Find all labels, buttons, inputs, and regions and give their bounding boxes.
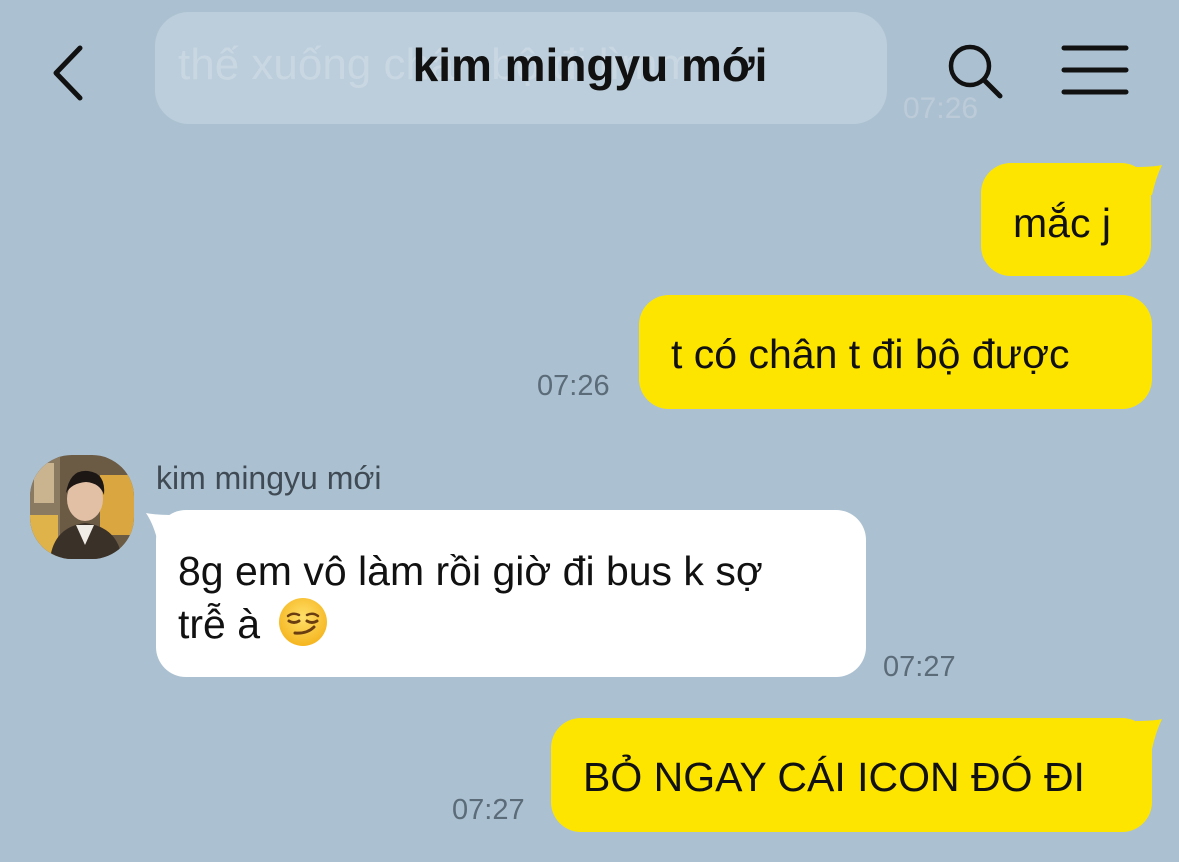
search-button[interactable] (940, 36, 1010, 106)
message-text: t có chân t đi bộ được (671, 331, 1070, 377)
message-timestamp: 07:26 (537, 370, 610, 402)
message-timestamp: 07:27 (452, 794, 525, 826)
profile-photo (30, 455, 134, 559)
message-text: mắc j (1013, 200, 1111, 246)
my-message-bubble[interactable]: BỎ NGAY CÁI ICON ĐÓ ĐI (551, 718, 1152, 832)
message-text: BỎ NGAY CÁI ICON ĐÓ ĐI (583, 754, 1085, 800)
smirk-emoji-icon (277, 596, 329, 659)
bubble-tail (1136, 719, 1162, 749)
avatar[interactable] (30, 455, 134, 559)
message-timestamp: 07:27 (883, 651, 956, 683)
my-message-bubble[interactable]: mắc j (981, 163, 1151, 276)
their-message-bubble[interactable]: 8g em vô làm rồi giờ đi bus k sợ trễ à (156, 510, 866, 677)
back-button[interactable] (38, 38, 98, 108)
message-text: 8g em vô làm rồi giờ đi bus k sợ (178, 548, 763, 594)
chevron-left-icon (53, 45, 83, 101)
hamburger-menu-icon (1061, 45, 1129, 95)
message-text-line2: trễ à (178, 596, 866, 659)
my-message-bubble[interactable]: t có chân t đi bộ được (639, 295, 1152, 409)
sender-name: kim mingyu mới (156, 460, 382, 496)
search-icon (948, 44, 1003, 99)
bubble-tail (1136, 165, 1162, 195)
chat-title: kim mingyu mới (412, 39, 768, 91)
menu-button[interactable] (1058, 40, 1134, 100)
